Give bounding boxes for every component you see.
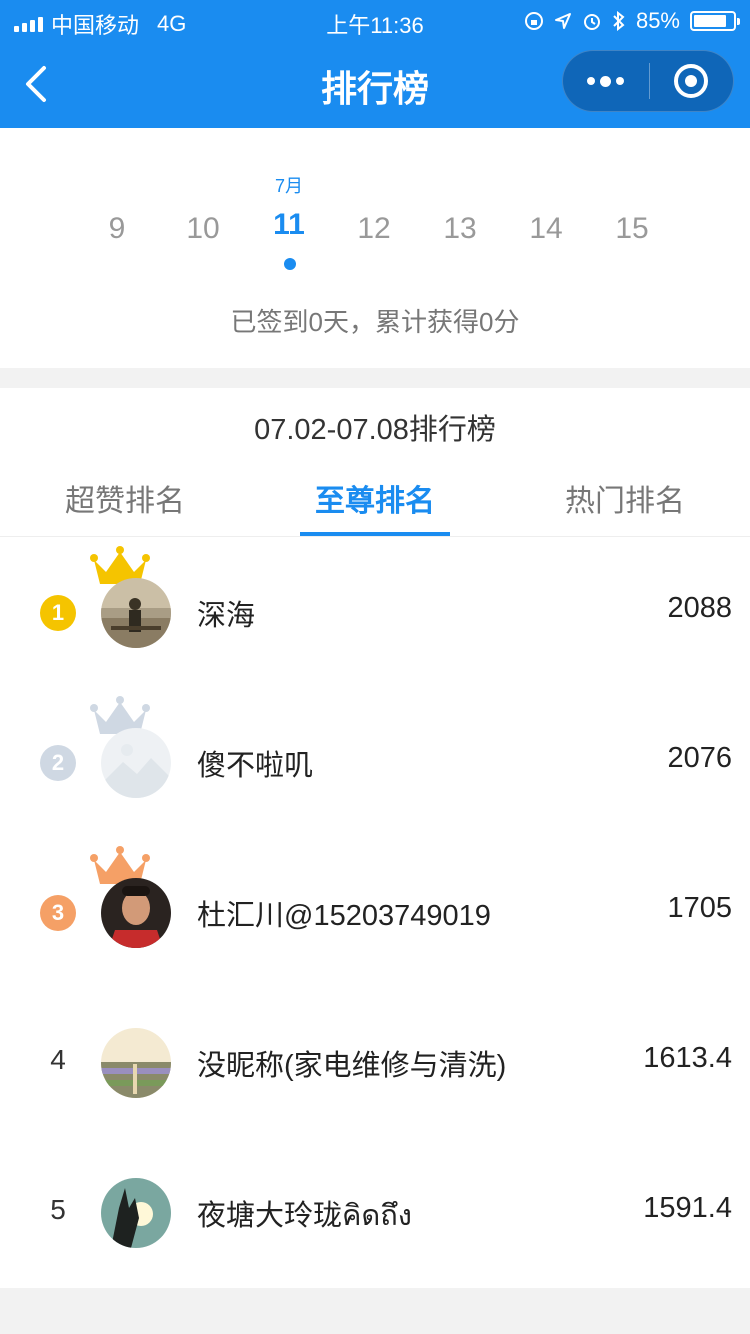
user-name: 杜汇川@15203749019 bbox=[197, 900, 491, 932]
avatar bbox=[101, 1028, 171, 1098]
avatar bbox=[101, 878, 171, 948]
rank-badge-bronze: 3 bbox=[40, 895, 76, 931]
target-icon bbox=[674, 64, 709, 98]
tab-supreme[interactable]: 至尊排名 bbox=[250, 476, 500, 520]
rank-number: 4 bbox=[50, 1044, 66, 1075]
signin-summary: 已签到0天，累计获得0分 bbox=[230, 307, 520, 337]
ranking-row[interactable]: 5 夜塘大玲珑คิดถึง 1591.4 bbox=[0, 1138, 750, 1288]
bluetooth-icon bbox=[613, 11, 625, 31]
page-bottom-gap bbox=[0, 1288, 750, 1334]
more-dots-icon bbox=[587, 77, 596, 85]
avatar-placeholder bbox=[101, 728, 171, 798]
user-name: 傻不啦叽 bbox=[197, 750, 314, 782]
checkin-calendar: 7月 9 10 11 12 13 14 15 已签到0天，累计获得0分 bbox=[0, 128, 750, 368]
ranking-row[interactable]: 1 深海 2088 bbox=[0, 538, 750, 688]
alarm-icon bbox=[583, 14, 600, 30]
rank-number: 5 bbox=[50, 1194, 66, 1225]
day-item[interactable]: 13 bbox=[425, 212, 495, 246]
day-item[interactable]: 14 bbox=[511, 212, 581, 246]
day-item[interactable]: 10 bbox=[168, 212, 238, 246]
user-score: 2088 bbox=[667, 592, 732, 624]
nav-bar: 排行榜 bbox=[0, 42, 750, 128]
rotation-lock-icon bbox=[524, 12, 543, 30]
ranking-row[interactable]: 2 傻不啦叽 2076 bbox=[0, 688, 750, 838]
day-item-selected[interactable]: 11 bbox=[254, 208, 324, 242]
header-bar: 中国移动 4G 上午11:36 85% 排行榜 bbox=[0, 0, 750, 128]
user-name: 夜塘大玲珑คิดถึง bbox=[197, 1200, 412, 1232]
ranking-row[interactable]: 4 没昵称(家电维修与清洗) 1613.4 bbox=[0, 988, 750, 1138]
close-mini-program-button[interactable] bbox=[650, 51, 734, 111]
more-button[interactable] bbox=[563, 51, 649, 111]
avatar bbox=[101, 1178, 171, 1248]
battery-icon bbox=[690, 11, 740, 31]
user-name: 没昵称(家电维修与清洗) bbox=[197, 1050, 507, 1082]
selected-day-dot bbox=[284, 258, 296, 270]
user-score: 1613.4 bbox=[643, 1042, 732, 1074]
user-score: 2076 bbox=[667, 742, 732, 774]
mini-program-capsule bbox=[562, 50, 734, 112]
user-score: 1591.4 bbox=[643, 1192, 732, 1224]
month-label: 7月 bbox=[274, 176, 303, 196]
tabs-divider bbox=[0, 536, 750, 537]
day-item[interactable]: 15 bbox=[597, 212, 667, 246]
user-score: 1705 bbox=[667, 892, 732, 924]
ranking-row[interactable]: 3 杜汇川@15203749019 1705 bbox=[0, 838, 750, 988]
rank-badge-silver: 2 bbox=[40, 745, 76, 781]
tab-popular[interactable]: 热门排名 bbox=[500, 476, 750, 520]
rank-badge-gold: 1 bbox=[40, 595, 76, 631]
user-name: 深海 bbox=[197, 600, 256, 632]
avatar bbox=[101, 578, 171, 648]
day-item[interactable]: 12 bbox=[339, 212, 409, 246]
ranking-panel: 07.02-07.08排行榜 超赞排名 至尊排名 热门排名 1 深海 2088 … bbox=[0, 388, 750, 1288]
battery-fill bbox=[694, 15, 727, 27]
ranking-range-title: 07.02-07.08排行榜 bbox=[254, 414, 496, 446]
tab-super-likes[interactable]: 超赞排名 bbox=[0, 476, 250, 520]
day-item[interactable]: 9 bbox=[82, 212, 152, 246]
location-icon bbox=[554, 13, 571, 29]
battery-percent: 85% bbox=[635, 8, 680, 33]
status-bar: 中国移动 4G 上午11:36 85% bbox=[0, 0, 750, 40]
status-right: 85% bbox=[524, 8, 740, 34]
